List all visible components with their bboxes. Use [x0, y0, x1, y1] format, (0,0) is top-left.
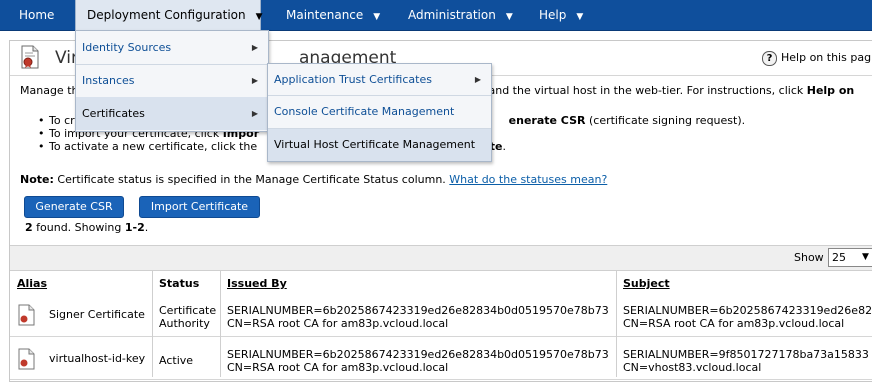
- chevron-right-icon: ▶: [251, 76, 258, 85]
- cell-subject: CN=RSA root CA for am83p.vcloud.local: [623, 317, 845, 330]
- chevron-down-icon: ▼: [505, 12, 513, 22]
- chevron-down-icon: ▼: [576, 12, 584, 22]
- generate-csr-button[interactable]: Generate CSR: [24, 196, 124, 218]
- certificate-document-icon: [18, 348, 35, 370]
- cell-status: Active: [159, 354, 194, 367]
- cell-issued-by: SERIALNUMBER=6b2025867423319ed26e82834b0…: [227, 348, 609, 361]
- note-body: Certificate status is specified in the M…: [53, 173, 450, 186]
- found-end: .: [144, 221, 149, 234]
- bullet-text: .: [502, 140, 506, 153]
- import-certificate-button[interactable]: Import Certificate: [139, 196, 260, 218]
- nav-help-label: Help: [539, 8, 567, 22]
- column-divider: [220, 271, 221, 377]
- table-toolbar: [10, 245, 872, 271]
- help-on-this-page-label: Help on this pag: [781, 51, 872, 64]
- found-range: 1-2: [124, 221, 145, 234]
- menu-item-application-trust-certificates[interactable]: Application Trust Certificates ▶: [268, 64, 491, 96]
- column-header-issued-by[interactable]: Issued By: [227, 277, 287, 290]
- cell-issued-by: CN=RSA root CA for am83p.vcloud.local: [227, 317, 449, 330]
- found-count: 2: [25, 221, 33, 234]
- menu-item-label: Console Certificate Management: [274, 105, 455, 118]
- statuses-help-link[interactable]: What do the statuses mean?: [449, 173, 607, 186]
- nav-administration[interactable]: Administration ▼: [408, 0, 513, 30]
- cell-status: Authority: [159, 317, 210, 330]
- menu-item-virtual-host-certificate-management[interactable]: Virtual Host Certificate Management: [268, 129, 491, 161]
- column-header-subject[interactable]: Subject: [623, 277, 670, 290]
- menu-item-label: Identity Sources: [82, 41, 172, 54]
- intro-prefix: Manage th: [20, 84, 79, 97]
- menu-item-identity-sources[interactable]: Identity Sources ▶: [76, 31, 268, 65]
- nav-deployment-configuration[interactable]: Deployment Configuration ▼: [75, 0, 263, 30]
- column-divider: [152, 271, 153, 377]
- menu-item-label: Certificates: [82, 107, 145, 120]
- deployment-configuration-menu: Identity Sources ▶ Instances ▶ Certifica…: [75, 30, 269, 132]
- found-text: found. Showing: [32, 221, 125, 234]
- column-header-status: Status: [159, 277, 200, 290]
- menu-item-console-certificate-management[interactable]: Console Certificate Management: [268, 96, 491, 129]
- note-text: Note: Certificate status is specified in…: [20, 173, 607, 186]
- column-header-alias[interactable]: Alias: [17, 277, 47, 290]
- page-size-select[interactable]: 25 ▼: [828, 248, 872, 267]
- cell-subject: SERIALNUMBER=9f8501727178ba73a15833: [623, 348, 869, 361]
- nav-maintenance-label: Maintenance: [286, 8, 364, 22]
- chevron-down-icon: ▼: [255, 12, 263, 22]
- nav-home-label: Home: [19, 8, 55, 22]
- column-divider: [616, 271, 617, 377]
- help-icon: ?: [762, 51, 777, 66]
- chevron-right-icon: ▶: [251, 43, 258, 52]
- nav-maintenance[interactable]: Maintenance ▼: [286, 0, 380, 30]
- bullet-bold: enerate CSR: [508, 114, 586, 127]
- help-on-this-page-link[interactable]: ? Help on this pag: [762, 51, 871, 66]
- intro-suffix: and the virtual host in the web-tier. Fo…: [488, 84, 807, 97]
- certificate-document-icon: [21, 45, 39, 69]
- chevron-right-icon: ▶: [251, 109, 258, 118]
- page-size-value: 25: [832, 251, 846, 264]
- bullet-text: To activate a new certificate, click the: [49, 140, 258, 153]
- chevron-right-icon: ▶: [474, 75, 481, 84]
- cell-issued-by: CN=RSA root CA for am83p.vcloud.local: [227, 361, 449, 374]
- chevron-down-icon: ▼: [862, 252, 869, 262]
- nav-home[interactable]: Home: [19, 0, 54, 30]
- menu-item-label: Virtual Host Certificate Management: [274, 138, 476, 151]
- table-header-row: [10, 271, 872, 295]
- results-count: 2 found. Showing 1-2.: [25, 221, 148, 234]
- cell-subject: SERIALNUMBER=6b2025867423319ed26e82: [623, 304, 872, 317]
- cell-subject: CN=vhost83.vcloud.local: [623, 361, 762, 374]
- intro-help-link[interactable]: Help on: [807, 84, 855, 97]
- cell-alias[interactable]: virtualhost-id-key: [49, 353, 145, 365]
- cell-status: Certificate: [159, 304, 217, 317]
- bullet-text: (certificate signing request).: [585, 114, 746, 127]
- show-label: Show: [794, 251, 824, 264]
- menu-item-label: Application Trust Certificates: [274, 73, 432, 86]
- nav-help[interactable]: Help ▼: [539, 0, 583, 30]
- bullet-text: To cr: [49, 114, 75, 127]
- menu-item-instances[interactable]: Instances ▶: [76, 64, 268, 98]
- menu-item-label: Instances: [82, 74, 135, 87]
- nav-deployment-configuration-label: Deployment Configuration: [87, 8, 246, 22]
- cell-issued-by: SERIALNUMBER=6b2025867423319ed26e82834b0…: [227, 304, 609, 317]
- certificate-document-icon: [18, 304, 35, 326]
- certificates-submenu: Application Trust Certificates ▶ Console…: [267, 63, 492, 162]
- nav-administration-label: Administration: [408, 8, 496, 22]
- note-label: Note:: [20, 173, 54, 186]
- chevron-down-icon: ▼: [373, 12, 381, 22]
- cell-alias[interactable]: Signer Certificate: [49, 309, 145, 321]
- menu-item-certificates[interactable]: Certificates ▶: [76, 97, 268, 130]
